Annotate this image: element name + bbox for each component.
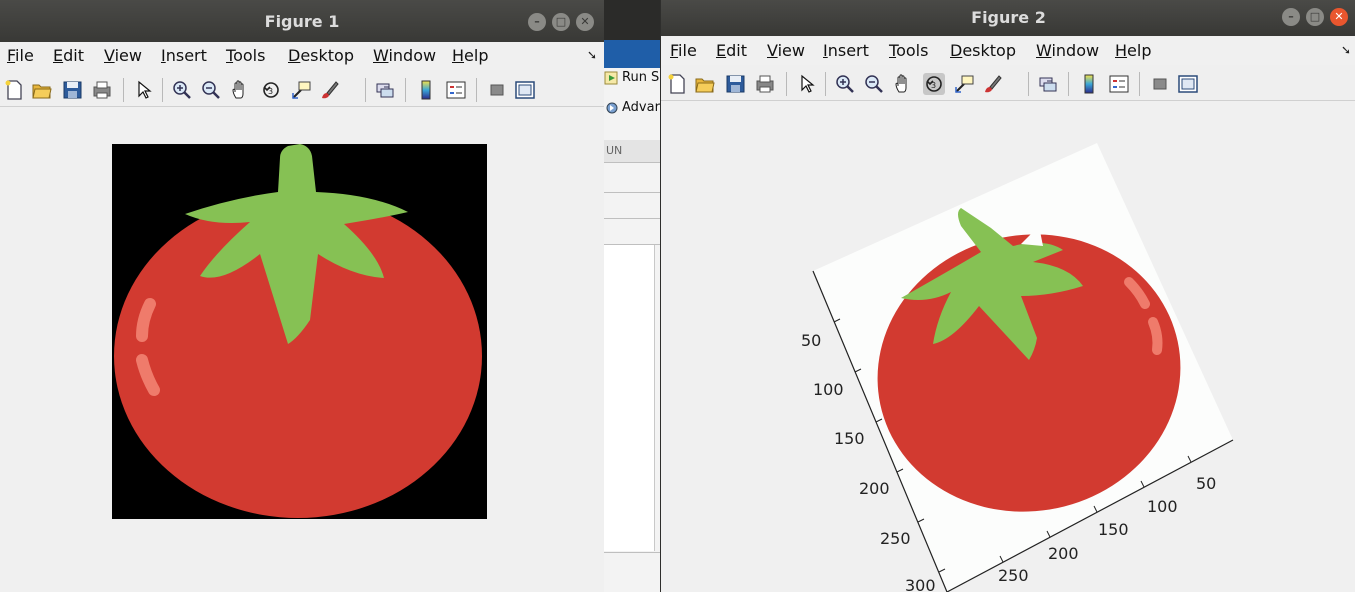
divider: [604, 552, 661, 553]
y-tick-label: 150: [834, 429, 865, 448]
hide-plot-tools-icon[interactable]: [486, 79, 508, 101]
open-file-icon[interactable]: [31, 79, 53, 101]
rotate-3d-icon[interactable]: 3: [260, 79, 282, 101]
figure2-window: Figure 2 – □ ✕ File Edit View Insert Too…: [660, 0, 1355, 592]
background-ribbon-tab: [604, 40, 661, 68]
menu-file[interactable]: File: [7, 46, 34, 65]
ribbon-section-label: UN: [604, 140, 663, 162]
pointer-icon[interactable]: [133, 79, 155, 101]
toolbar-separator: [162, 78, 163, 102]
pan-icon[interactable]: [230, 79, 252, 101]
figure1-title: Figure 1: [264, 12, 340, 31]
toolbar-separator: [476, 78, 477, 102]
zoom-out-icon[interactable]: [200, 79, 222, 101]
link-plot-icon[interactable]: [374, 79, 396, 101]
save-icon[interactable]: [62, 79, 84, 101]
maximize-icon[interactable]: □: [552, 13, 570, 31]
background-window: Run S Advar UN: [604, 0, 663, 592]
new-figure-icon[interactable]: [3, 79, 25, 101]
y-tick-label: 50: [801, 331, 822, 350]
divider: [604, 192, 661, 193]
divider: [604, 162, 661, 163]
undock-arrow-icon[interactable]: ➘: [587, 48, 597, 62]
figure1-image-axes[interactable]: [112, 144, 487, 519]
figure1-titlebar[interactable]: Figure 1 – □ ✕: [0, 0, 604, 44]
background-titlebar: [604, 0, 661, 40]
figure1-menubar: File Edit View Insert Tools Desktop Wind…: [0, 42, 604, 70]
x-tick-label: 250: [998, 566, 1029, 585]
menu-desktop[interactable]: Desktop: [288, 46, 354, 65]
run-section-label[interactable]: Run S: [622, 70, 659, 85]
divider: [604, 218, 661, 219]
show-plot-tools-icon[interactable]: [514, 79, 536, 101]
minimize-icon[interactable]: –: [528, 13, 546, 31]
x-tick-label: 50: [1196, 474, 1217, 493]
figure2-3d-axes[interactable]: [661, 0, 1355, 592]
y-tick-label: 100: [813, 380, 844, 399]
data-cursor-icon[interactable]: [290, 79, 312, 101]
figure1-window: Figure 1 – □ ✕ File Edit View Insert Too…: [0, 0, 604, 592]
close-icon[interactable]: ✕: [576, 13, 594, 31]
toolbar-separator: [123, 78, 124, 102]
toolbar-separator: [405, 78, 406, 102]
advance-label[interactable]: Advar: [622, 100, 660, 115]
tomato-highlight: [1148, 317, 1163, 355]
zoom-in-icon[interactable]: [171, 79, 193, 101]
menu-insert[interactable]: Insert: [161, 46, 207, 65]
editor-scroll-area[interactable]: [604, 245, 655, 551]
advance-icon[interactable]: [604, 100, 620, 116]
y-tick-label: 250: [880, 529, 911, 548]
x-tick-label: 100: [1147, 497, 1178, 516]
print-icon[interactable]: [91, 79, 113, 101]
figure1-toolbar: 3: [0, 72, 604, 163]
colorbar-icon[interactable]: [415, 79, 437, 101]
y-tick-label: 200: [859, 479, 890, 498]
y-tick-label: 300: [905, 576, 936, 592]
brush-icon[interactable]: [319, 79, 341, 101]
menu-window[interactable]: Window: [373, 46, 436, 65]
menu-view[interactable]: View: [104, 46, 142, 65]
toolbar-separator: [365, 78, 366, 102]
menu-edit[interactable]: Edit: [53, 46, 84, 65]
x-tick-label: 150: [1098, 520, 1129, 539]
menu-help[interactable]: Help: [452, 46, 488, 65]
menu-tools[interactable]: Tools: [226, 46, 265, 65]
run-section-icon[interactable]: [604, 70, 620, 86]
x-tick-label: 200: [1048, 544, 1079, 563]
legend-icon[interactable]: [445, 79, 467, 101]
svg-text:3: 3: [268, 87, 273, 96]
